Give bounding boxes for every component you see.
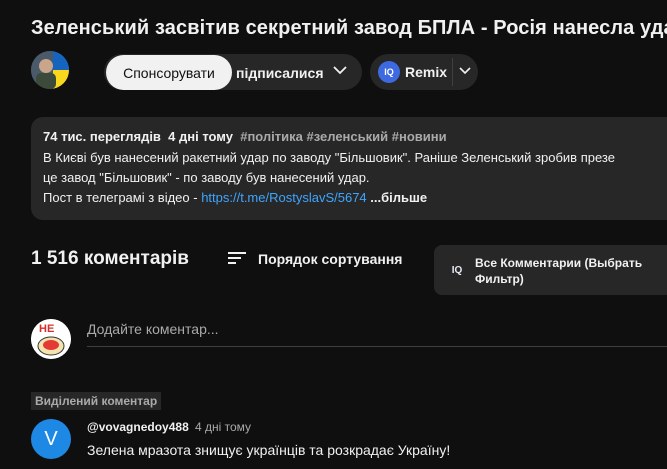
comment-author-avatar[interactable]: V: [31, 419, 71, 459]
comments-count: 1 516 коментарів: [31, 248, 189, 269]
chevron-down-icon[interactable]: [332, 64, 348, 76]
sort-button[interactable]: Порядок сортування: [258, 251, 402, 267]
remix-divider: [452, 58, 453, 86]
sort-icon[interactable]: [228, 251, 246, 265]
upload-age: 4 дні тому: [168, 129, 233, 144]
iq-icon: IQ: [378, 61, 400, 83]
comment-text: Зелена мразота знищує українців та розкр…: [87, 442, 451, 458]
comment-time[interactable]: 4 дні тому: [195, 420, 251, 434]
add-comment-underline: [87, 346, 667, 347]
subscribed-label: підписалися: [236, 65, 324, 81]
filter-iq-icon: IQ: [446, 259, 468, 281]
channel-avatar[interactable]: [31, 51, 69, 89]
highlighted-comment-badge: Виділений коментар: [31, 392, 162, 410]
comment-author[interactable]: @vovagnedoy488: [87, 420, 189, 434]
remix-chevron-down-icon[interactable]: [459, 66, 471, 76]
view-count: 74 тис. переглядів: [43, 129, 161, 144]
hashtags[interactable]: #політика #зеленський #новини: [240, 129, 446, 144]
comment-filter-label: Все Комментарии (Выбрать Фильтр): [475, 256, 643, 286]
description-line-1: В Києві був нанесений ракетний удар по з…: [43, 150, 615, 165]
video-title: Зеленський засвітив секретний завод БПЛА…: [31, 17, 667, 39]
remix-label: Remix: [405, 64, 448, 80]
sponsor-tooltip: Спонсорувати: [106, 55, 232, 90]
description-line-2: це завод "Більшовик" - по заводу був нан…: [43, 170, 370, 185]
description-line-3: Пост в телеграмі з відео - https://t.me/…: [43, 190, 427, 205]
description-line-3-text: Пост в телеграмі з відео -: [43, 190, 202, 205]
show-more-button[interactable]: ...більше: [370, 190, 427, 205]
description-meta: 74 тис. переглядів 4 дні тому #політика …: [43, 129, 447, 144]
add-comment-input[interactable]: Додайте коментар...: [87, 321, 219, 337]
user-avatar: НЕ: [31, 319, 71, 359]
user-avatar-text: НЕ: [39, 323, 55, 335]
channel-avatar-image: [31, 51, 69, 89]
telegram-link[interactable]: https://t.me/RostyslavS/5674: [201, 190, 366, 205]
